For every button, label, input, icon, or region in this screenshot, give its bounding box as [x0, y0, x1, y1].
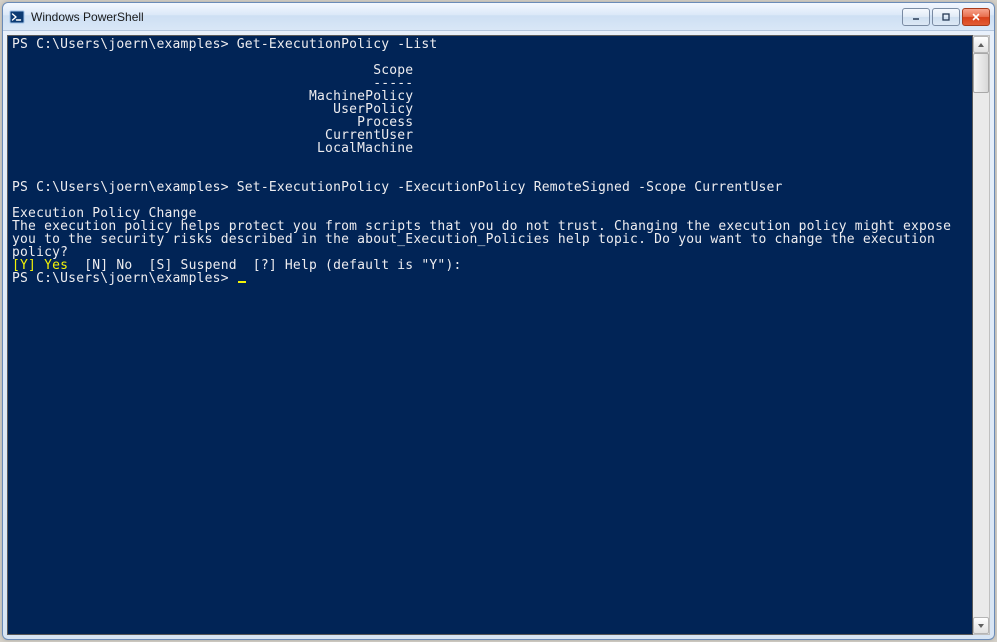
console-output[interactable]: PS C:\Users\joern\examples> Get-Executio…	[7, 35, 973, 635]
titlebar[interactable]: Windows PowerShell	[3, 3, 994, 31]
powershell-icon	[9, 9, 25, 25]
scrollbar-track[interactable]	[973, 53, 989, 617]
window-buttons	[902, 8, 990, 26]
scroll-up-button[interactable]	[973, 36, 989, 53]
scrollbar-thumb[interactable]	[973, 53, 989, 93]
minimize-button[interactable]	[902, 8, 930, 26]
maximize-button[interactable]	[932, 8, 960, 26]
scroll-down-button[interactable]	[973, 617, 989, 634]
client-area: PS C:\Users\joern\examples> Get-Executio…	[7, 35, 990, 635]
close-button[interactable]	[962, 8, 990, 26]
powershell-window: Windows PowerShell PS C:\Users\joern\exa…	[2, 2, 995, 640]
vertical-scrollbar[interactable]	[973, 35, 990, 635]
window-title: Windows PowerShell	[31, 10, 902, 24]
